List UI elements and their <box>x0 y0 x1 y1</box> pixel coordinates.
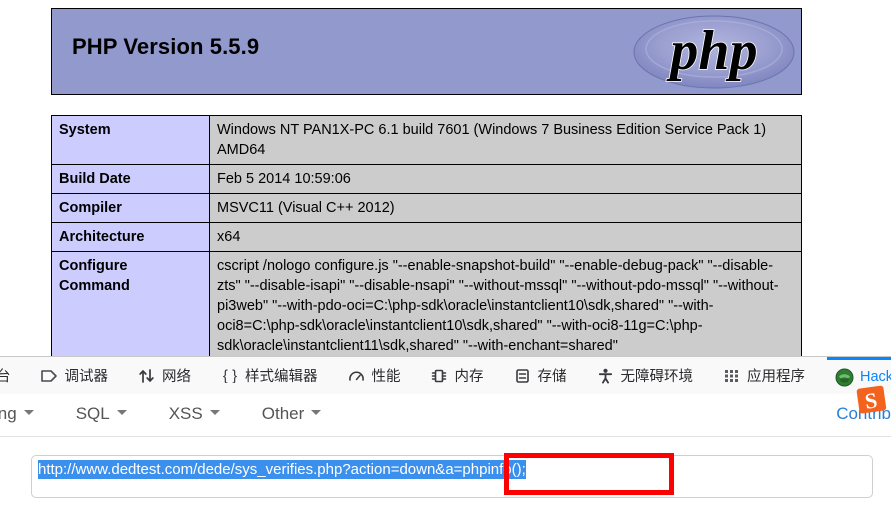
hackbar-menubar: ingSQLXSSOtherContrib <box>0 394 891 437</box>
row-value: Feb 5 2014 10:59:06 <box>209 164 802 194</box>
hackbar-panel: ingSQLXSSOtherContrib http://www.dedtest… <box>0 394 891 510</box>
accessibility-icon <box>596 366 615 385</box>
hackbar-menu-sql[interactable]: SQL <box>76 394 127 424</box>
svg-text:{ }: { } <box>222 368 236 383</box>
devtools-tab-storage-icon[interactable]: 存储 <box>505 357 575 394</box>
hackbar-menu-label: SQL <box>75 404 110 423</box>
screenshot-root: PHP Version 5.5.9 php System Windows NT … <box>0 0 891 510</box>
chevron-down-icon <box>116 410 127 416</box>
svg-text:php: php <box>666 20 757 82</box>
devtools-tab-style-editor-icon[interactable]: { } 样式编辑器 <box>212 357 326 394</box>
devtools-tab-application-icon[interactable]: 应用程序 <box>714 357 813 394</box>
style-editor-icon: { } <box>220 366 239 385</box>
hackbar-menu-label: ing <box>0 404 17 423</box>
row-value: Windows NT PAN1X-PC 6.1 build 7601 (Wind… <box>209 115 802 165</box>
row-value: cscript /nologo configure.js "--enable-s… <box>209 251 802 356</box>
chevron-down-icon <box>23 410 34 416</box>
devtools-tab-label: 内存 <box>454 369 484 385</box>
devtools-tab-label: 台 <box>0 365 11 386</box>
devtools-tab-debugger-icon[interactable]: 调试器 <box>32 357 117 394</box>
row-key: System <box>51 115 210 165</box>
network-icon <box>137 366 156 385</box>
devtools-tab-console-icon[interactable]: 台 <box>0 357 19 394</box>
phpinfo-table: System Windows NT PAN1X-PC 6.1 build 760… <box>51 115 802 356</box>
row-value: MSVC11 (Visual C++ 2012) <box>209 193 802 223</box>
row-key: Architecture <box>51 222 210 252</box>
devtools-panel: 台 调试器 网络 { } 样式编辑器 性能 内存 存储 无障碍环境 应用程序 HackBar ing… <box>0 356 891 510</box>
php-version-header: PHP Version 5.5.9 php <box>51 8 802 95</box>
devtools-tab-accessibility-icon[interactable]: 无障碍环境 <box>588 357 702 394</box>
devtools-tab-network-icon[interactable]: 网络 <box>129 357 199 394</box>
php-logo-icon: php <box>631 13 797 91</box>
devtools-tab-label: 样式编辑器 <box>245 369 318 385</box>
devtools-tab-label: 性能 <box>371 369 401 385</box>
sogou-input-icon: S <box>856 384 890 418</box>
devtools-tab-label: 存储 <box>537 369 567 385</box>
row-value: x64 <box>209 222 802 252</box>
devtools-tab-label: 网络 <box>162 369 191 385</box>
table-row: Compiler MSVC11 (Visual C++ 2012) <box>51 193 802 223</box>
row-key: Compiler <box>51 193 210 223</box>
hackbar-menu-ing[interactable]: ing <box>0 394 34 424</box>
application-icon <box>722 366 741 385</box>
debugger-icon <box>40 366 59 385</box>
devtools-tabbar: 台 调试器 网络 { } 样式编辑器 性能 内存 存储 无障碍环境 应用程序 HackBar <box>0 357 891 395</box>
storage-icon <box>513 366 532 385</box>
table-row: Architecture x64 <box>51 222 802 252</box>
row-key: Build Date <box>51 164 210 194</box>
page-title: PHP Version 5.5.9 <box>72 34 260 59</box>
phpinfo-page: PHP Version 5.5.9 php System Windows NT … <box>0 0 891 356</box>
devtools-tab-label: 应用程序 <box>747 369 805 385</box>
table-row: System Windows NT PAN1X-PC 6.1 build 760… <box>51 115 802 165</box>
devtools-tab-performance-icon[interactable]: 性能 <box>339 357 409 394</box>
hackbar-menu-xss[interactable]: XSS <box>169 394 220 424</box>
memory-icon <box>430 366 449 385</box>
hackbar-menu-other[interactable]: Other <box>262 394 322 424</box>
chevron-down-icon <box>311 410 322 416</box>
url-input[interactable]: http://www.dedtest.com/dede/sys_verifies… <box>31 455 873 498</box>
devtools-tab-memory-icon[interactable]: 内存 <box>422 357 492 394</box>
chevron-down-icon <box>209 410 220 416</box>
row-key: Configure Command <box>51 251 210 356</box>
devtools-tab-label: 无障碍环境 <box>620 369 694 385</box>
devtools-tab-label: HackBar <box>860 369 891 385</box>
performance-icon <box>347 366 366 385</box>
table-row: Build Date Feb 5 2014 10:59:06 <box>51 164 802 194</box>
hackbar-menu-label: XSS <box>168 404 203 423</box>
hackbar-menu-label: Other <box>261 404 305 423</box>
devtools-tab-label: 调试器 <box>64 369 109 385</box>
hackbar-icon <box>835 368 854 387</box>
table-row: Configure Command cscript /nologo config… <box>51 251 802 356</box>
phpinfo-content: PHP Version 5.5.9 php System Windows NT … <box>51 8 802 356</box>
url-input-value: http://www.dedtest.com/dede/sys_verifies… <box>38 460 526 479</box>
